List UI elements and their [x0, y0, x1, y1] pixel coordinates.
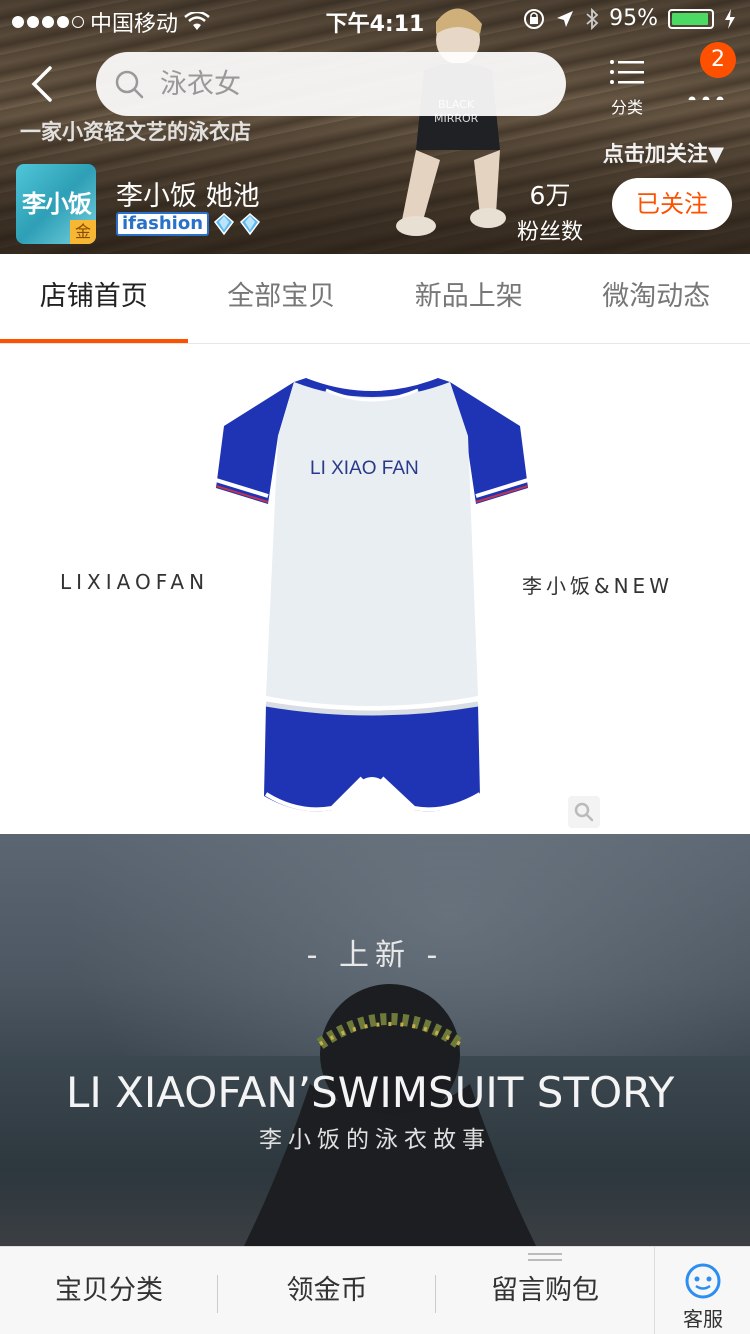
- product-banner[interactable]: LIXIAOFAN 李小饭&NEW LI XIAO FAN: [0, 344, 750, 834]
- fans-number: 6万: [529, 181, 571, 210]
- back-icon: [31, 66, 52, 102]
- fans-label: 粉丝数: [516, 220, 583, 245]
- brand-text-right: 李小饭&NEW: [522, 574, 673, 598]
- tab-all-items[interactable]: 全部宝贝: [188, 254, 376, 343]
- store-tabs: 店铺首页 全部宝贝 新品上架 微淘动态: [0, 254, 750, 344]
- ifashion-badge: ifashion: [116, 212, 210, 236]
- shirt-print-text: LI XIAO FAN: [310, 458, 419, 479]
- customer-service-icon: [685, 1263, 721, 1299]
- battery-icon: [668, 8, 714, 29]
- customer-service-label: 客服: [683, 1307, 723, 1331]
- store-tagline: 一家小资轻文艺的泳衣店: [20, 120, 251, 144]
- status-bar: 中国移动 下午4:11 95%: [0, 0, 750, 40]
- tab-new-arrivals[interactable]: 新品上架: [375, 254, 563, 343]
- story-new-label: - 上新 -: [306, 938, 444, 973]
- category-button[interactable]: 分类: [600, 58, 654, 118]
- crown-icon: [240, 212, 261, 236]
- crown-icon: [214, 212, 235, 236]
- location-icon: [557, 10, 574, 27]
- charging-icon: [725, 8, 735, 29]
- item-category-button[interactable]: 宝贝分类: [0, 1247, 218, 1334]
- tab-store-home[interactable]: 店铺首页: [0, 254, 188, 343]
- store-logo[interactable]: 李小饭 金: [16, 164, 96, 244]
- tab-weitao-feed[interactable]: 微淘动态: [563, 254, 750, 343]
- store-logo-text: 李小饭: [22, 190, 92, 218]
- fans-count: 6万 粉丝数: [508, 176, 592, 246]
- swimsuit-product-image: LI XIAO FAN: [216, 378, 528, 812]
- search-bar[interactable]: [96, 52, 566, 116]
- customer-service-button[interactable]: 客服: [654, 1247, 750, 1334]
- bottom-bar: 宝贝分类 领金币 留言购包 客服: [0, 1246, 750, 1334]
- zoom-icon: [574, 802, 594, 822]
- list-icon: [610, 60, 644, 84]
- back-button[interactable]: [22, 60, 62, 108]
- search-icon: [115, 70, 144, 99]
- follow-button[interactable]: 已关注: [612, 178, 732, 230]
- lock-rotation-icon: [524, 8, 545, 29]
- category-label: 分类: [610, 98, 643, 117]
- bluetooth-icon: [586, 7, 599, 30]
- story-subtitle: 李小饭的泳衣故事: [259, 1127, 491, 1153]
- header-nav: 分类: [0, 52, 750, 118]
- claim-coins-button[interactable]: 领金币: [218, 1247, 436, 1334]
- zoom-button[interactable]: [568, 796, 600, 828]
- store-name[interactable]: 李小饭 她池: [116, 174, 260, 213]
- message-count-badge: 2: [700, 42, 736, 78]
- story-banner[interactable]: - 上新 - LI XIAOFAN’SWIMSUIT STORY 李小饭的泳衣故…: [0, 834, 750, 1246]
- store-header: BLACK MIRROR 中国移动 下午4:11: [0, 0, 750, 254]
- store-badges: ifashion: [116, 212, 261, 236]
- battery-percent: 95%: [609, 6, 658, 31]
- story-title: LI XIAOFAN’SWIMSUIT STORY: [66, 1068, 675, 1117]
- follow-hint[interactable]: 点击加关注▼: [603, 138, 724, 168]
- search-input[interactable]: [160, 68, 520, 100]
- brand-text-left: LIXIAOFAN: [60, 570, 210, 594]
- gold-seller-badge: 金: [70, 220, 96, 244]
- drag-handle[interactable]: [528, 1253, 562, 1261]
- battery-fill: [672, 12, 709, 25]
